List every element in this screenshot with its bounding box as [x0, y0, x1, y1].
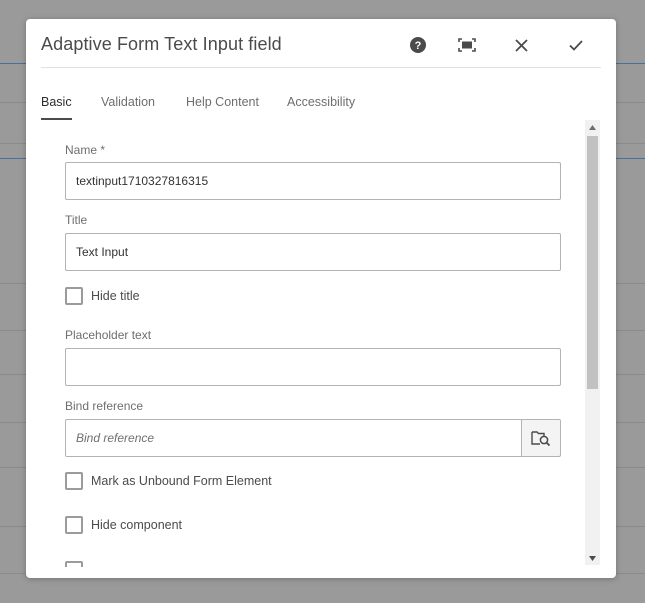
fullscreen-button[interactable]	[455, 33, 479, 57]
name-input[interactable]	[65, 162, 561, 200]
unbound-checkbox[interactable]	[65, 472, 83, 490]
check-icon	[569, 39, 583, 51]
tab-help-content[interactable]: Help Content	[186, 95, 259, 118]
component-dialog: Adaptive Form Text Input field ? Basic V…	[26, 19, 616, 578]
tab-list: Basic Validation Help Content Accessibil…	[41, 89, 601, 121]
folder-search-icon	[531, 431, 551, 446]
scroll-up-arrow[interactable]	[585, 120, 600, 134]
form-scrollbar[interactable]	[585, 120, 600, 565]
unbound-label: Mark as Unbound Form Element	[91, 474, 272, 488]
svg-text:?: ?	[415, 40, 422, 52]
title-label: Title	[65, 213, 88, 227]
help-circle-icon: ?	[410, 37, 426, 53]
close-button[interactable]	[509, 33, 533, 57]
partial-checkbox[interactable]	[65, 561, 83, 567]
tab-validation[interactable]: Validation	[101, 95, 155, 118]
close-icon	[514, 38, 528, 52]
fullscreen-icon	[458, 38, 476, 52]
bind-reference-browse-button[interactable]	[521, 419, 561, 457]
help-button[interactable]: ?	[406, 33, 430, 57]
hide-component-checkbox-row[interactable]: Hide component	[65, 516, 182, 534]
tab-basic[interactable]: Basic	[41, 95, 72, 120]
next-checkbox-row[interactable]	[65, 561, 83, 567]
tab-accessibility[interactable]: Accessibility	[287, 95, 355, 118]
scroll-down-arrow[interactable]	[585, 551, 600, 565]
unbound-checkbox-row[interactable]: Mark as Unbound Form Element	[65, 472, 272, 490]
hide-title-checkbox[interactable]	[65, 287, 83, 305]
hide-component-checkbox[interactable]	[65, 516, 83, 534]
placeholder-label: Placeholder text	[65, 328, 152, 342]
form-panel: Name * Title Hide title Placeholder text…	[65, 137, 561, 567]
name-label: Name *	[65, 143, 106, 157]
dialog-title: Adaptive Form Text Input field	[41, 34, 282, 54]
bind-reference-label: Bind reference	[65, 399, 144, 413]
hide-title-label: Hide title	[91, 289, 140, 303]
triangle-down-icon	[589, 555, 596, 561]
bind-reference-input[interactable]	[65, 419, 522, 457]
title-input[interactable]	[65, 233, 561, 271]
hide-title-checkbox-row[interactable]: Hide title	[65, 287, 140, 305]
placeholder-input[interactable]	[65, 348, 561, 386]
triangle-up-icon	[589, 124, 596, 130]
dialog-header: Adaptive Form Text Input field ?	[41, 19, 601, 68]
hide-component-label: Hide component	[91, 518, 183, 532]
scroll-thumb[interactable]	[587, 136, 598, 389]
confirm-button[interactable]	[564, 33, 588, 57]
